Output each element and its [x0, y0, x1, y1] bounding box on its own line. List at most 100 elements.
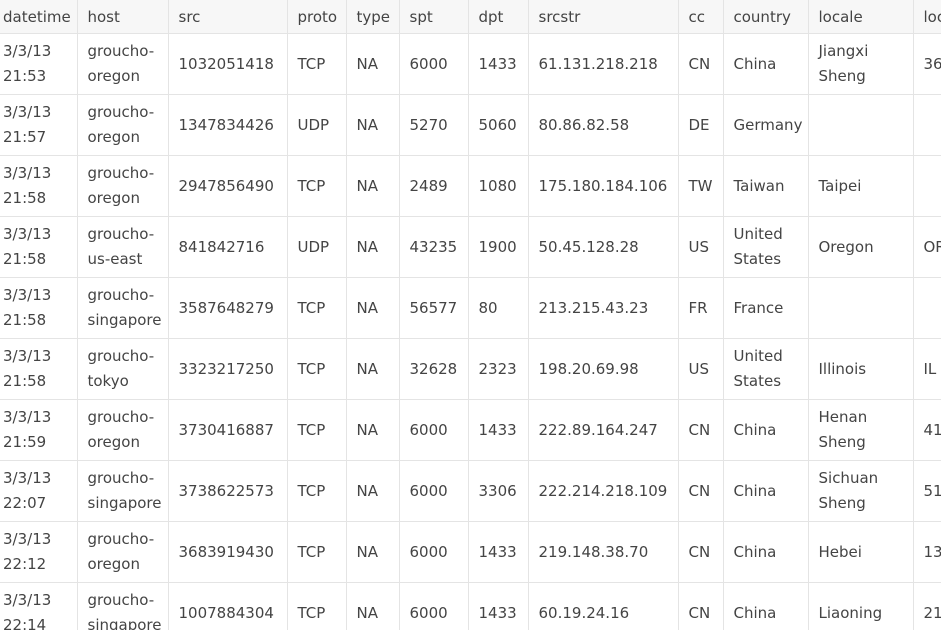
cell-cc: CN — [677, 460, 724, 522]
cell-proto: TCP — [286, 399, 347, 461]
data-table: datetime host src proto type spt dpt src… — [0, 0, 941, 630]
cell-loc: IL — [912, 338, 941, 400]
cell-host: groucho-singapore — [76, 582, 169, 630]
cell-loc: 51 — [912, 460, 941, 522]
table-row[interactable]: 3/3/13 21:58 groucho-oregon 2947856490 TCP N… — [0, 155, 941, 217]
cell-spt: 6000 — [398, 33, 469, 95]
cell-dpt: 1900 — [467, 216, 529, 278]
cell-srcstr: 219.148.38.70 — [527, 521, 679, 583]
cell-datetime: 3/3/13 22:14 — [0, 582, 78, 630]
cell-type: NA — [345, 460, 400, 522]
column-header-spt[interactable]: spt — [398, 0, 469, 34]
table-row[interactable]: 3/3/13 22:14 groucho-singapore 1007884304 T… — [0, 582, 941, 630]
column-header-src[interactable]: src — [167, 0, 288, 34]
column-header-cc[interactable]: cc — [677, 0, 724, 34]
cell-src: 1007884304 — [167, 582, 288, 630]
cell-locale: Taipei — [807, 155, 914, 217]
cell-loc: 36 — [912, 33, 941, 95]
cell-cc: TW — [677, 155, 724, 217]
cell-src: 3587648279 — [167, 277, 288, 339]
cell-type: NA — [345, 521, 400, 583]
cell-proto: TCP — [286, 582, 347, 630]
cell-host: groucho-oregon — [76, 33, 169, 95]
cell-datetime: 3/3/13 21:53 — [0, 33, 78, 95]
cell-loc — [912, 277, 941, 339]
cell-spt: 43235 — [398, 216, 469, 278]
cell-spt: 6000 — [398, 521, 469, 583]
cell-proto: UDP — [286, 216, 347, 278]
cell-dpt: 1433 — [467, 399, 529, 461]
cell-srcstr: 80.86.82.58 — [527, 94, 679, 156]
cell-cc: CN — [677, 399, 724, 461]
cell-dpt: 5060 — [467, 94, 529, 156]
cell-cc: US — [677, 338, 724, 400]
table-row[interactable]: 3/3/13 21:58 groucho-us-east 841842716 UDP N… — [0, 216, 941, 278]
table-row[interactable]: 3/3/13 22:07 groucho-singapore 3738622573 T… — [0, 460, 941, 522]
cell-datetime: 3/3/13 22:12 — [0, 521, 78, 583]
cell-type: NA — [345, 33, 400, 95]
cell-country: China — [722, 33, 809, 95]
cell-src: 3730416887 — [167, 399, 288, 461]
cell-locale: Hebei — [807, 521, 914, 583]
cell-src: 3323217250 — [167, 338, 288, 400]
cell-dpt: 1080 — [467, 155, 529, 217]
cell-host: groucho-oregon — [76, 521, 169, 583]
cell-dpt: 80 — [467, 277, 529, 339]
cell-type: NA — [345, 155, 400, 217]
cell-type: NA — [345, 277, 400, 339]
cell-proto: TCP — [286, 33, 347, 95]
cell-datetime: 3/3/13 21:58 — [0, 155, 78, 217]
cell-cc: DE — [677, 94, 724, 156]
cell-locale: Liaoning — [807, 582, 914, 630]
cell-cc: FR — [677, 277, 724, 339]
cell-src: 2947856490 — [167, 155, 288, 217]
cell-dpt: 1433 — [467, 582, 529, 630]
cell-locale: Oregon — [807, 216, 914, 278]
cell-loc — [912, 94, 941, 156]
cell-host: groucho-oregon — [76, 94, 169, 156]
cell-country: United States — [722, 216, 809, 278]
table-row[interactable]: 3/3/13 21:57 groucho-oregon 1347834426 UDP N… — [0, 94, 941, 156]
cell-type: NA — [345, 216, 400, 278]
table-row[interactable]: 3/3/13 21:58 groucho-tokyo 3323217250 TCP NA… — [0, 338, 941, 400]
cell-country: France — [722, 277, 809, 339]
data-table-viewport[interactable]: datetime host src proto type spt dpt src… — [0, 0, 941, 630]
cell-locale: Henan Sheng — [807, 399, 914, 461]
cell-dpt: 3306 — [467, 460, 529, 522]
cell-host: groucho-oregon — [76, 155, 169, 217]
cell-type: NA — [345, 94, 400, 156]
table-row[interactable]: 3/3/13 21:53 groucho-oregon 1032051418 TCP N… — [0, 33, 941, 95]
cell-proto: TCP — [286, 338, 347, 400]
column-header-locale[interactable]: locale — [807, 0, 914, 34]
table-header-row: datetime host src proto type spt dpt src… — [0, 0, 941, 34]
cell-dpt: 1433 — [467, 33, 529, 95]
column-header-host[interactable]: host — [76, 0, 169, 34]
cell-datetime: 3/3/13 21:57 — [0, 94, 78, 156]
cell-spt: 6000 — [398, 582, 469, 630]
cell-type: NA — [345, 582, 400, 630]
cell-srcstr: 213.215.43.23 — [527, 277, 679, 339]
cell-cc: CN — [677, 521, 724, 583]
column-header-dpt[interactable]: dpt — [467, 0, 529, 34]
cell-loc: 41 — [912, 399, 941, 461]
column-header-type[interactable]: type — [345, 0, 400, 34]
cell-srcstr: 222.214.218.109 — [527, 460, 679, 522]
cell-spt: 2489 — [398, 155, 469, 217]
cell-srcstr: 60.19.24.16 — [527, 582, 679, 630]
table-row[interactable]: 3/3/13 22:12 groucho-oregon 3683919430 TCP N… — [0, 521, 941, 583]
column-header-srcstr[interactable]: srcstr — [527, 0, 679, 34]
cell-spt: 6000 — [398, 399, 469, 461]
column-header-loc[interactable]: loc — [912, 0, 941, 34]
cell-locale — [807, 94, 914, 156]
column-header-proto[interactable]: proto — [286, 0, 347, 34]
table-row[interactable]: 3/3/13 21:58 groucho-singapore 3587648279 T… — [0, 277, 941, 339]
column-header-country[interactable]: country — [722, 0, 809, 34]
table-row[interactable]: 3/3/13 21:59 groucho-oregon 3730416887 TCP N… — [0, 399, 941, 461]
cell-proto: TCP — [286, 155, 347, 217]
cell-locale: Jiangxi Sheng — [807, 33, 914, 95]
cell-srcstr: 222.89.164.247 — [527, 399, 679, 461]
cell-srcstr: 61.131.218.218 — [527, 33, 679, 95]
column-header-datetime[interactable]: datetime — [0, 0, 78, 34]
cell-datetime: 3/3/13 22:07 — [0, 460, 78, 522]
cell-src: 3683919430 — [167, 521, 288, 583]
